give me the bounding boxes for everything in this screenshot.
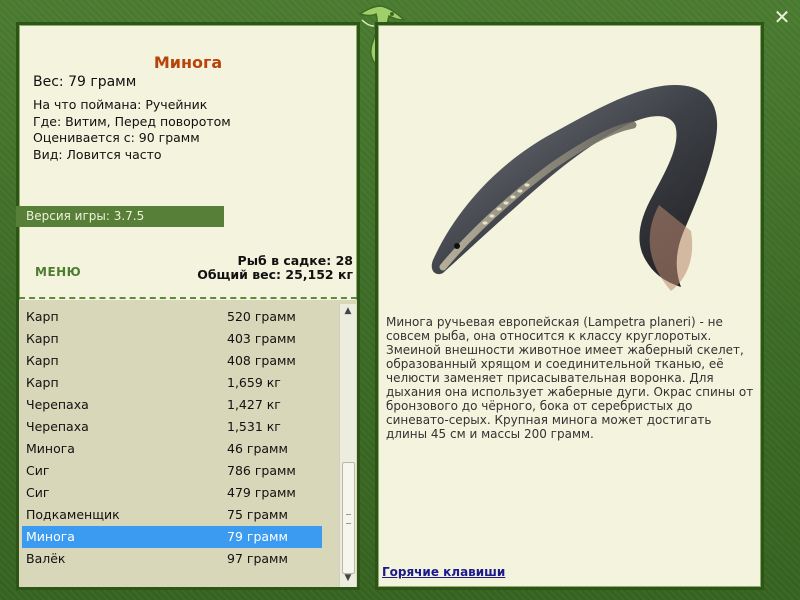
catch-list-area: Карп 520 грамм Карп 403 грамм Карп 408 грамм К… xyxy=(19,300,357,587)
close-button[interactable]: ✕ xyxy=(770,5,794,29)
close-icon: ✕ xyxy=(773,5,791,29)
fish-description: Минога ручьевая европейская (Lampetra pl… xyxy=(386,315,754,441)
fish-weight: Вес: 79 грамм xyxy=(33,74,137,90)
list-item-name: Минога xyxy=(26,441,75,456)
list-item-name: Карп xyxy=(26,375,59,390)
arrow-down-icon[interactable]: ▼ xyxy=(340,571,356,585)
caught-on-text: На что поймана: Ручейник xyxy=(33,97,208,112)
list-item[interactable]: Карп 403 грамм xyxy=(22,328,322,350)
total-weight: Общий вес: 25,152 кг xyxy=(197,267,353,282)
version-label: Версия игры: 3.7.5 xyxy=(16,206,224,227)
game-window: ✕ Минога Вес: 79 грамм На что поймана: Р… xyxy=(0,0,800,600)
list-item-weight: 408 грамм xyxy=(227,353,296,368)
fish-description-panel: Минога ручьевая европейская (Lampetra pl… xyxy=(375,22,764,590)
list-item-weight: 520 грамм xyxy=(227,309,296,324)
list-item-weight: 79 грамм xyxy=(227,529,288,544)
list-item[interactable]: Карп 408 грамм xyxy=(22,350,322,372)
lamprey-image xyxy=(431,85,718,291)
list-item-weight: 1,659 кг xyxy=(227,375,281,390)
list-item[interactable]: Валёк 97 грамм xyxy=(22,548,322,570)
hotkeys-link[interactable]: Горячие клавиши xyxy=(382,565,505,579)
catch-stats: Рыб в садке: 28 Общий вес: 25,152 кг xyxy=(197,254,353,282)
menu-button[interactable]: МЕНЮ xyxy=(35,265,81,279)
fish-count: Рыб в садке: 28 xyxy=(237,253,353,268)
list-item-name: Карп xyxy=(26,331,59,346)
rated-from-text: Оценивается с: 90 грамм xyxy=(33,130,200,145)
kind-text: Вид: Ловится часто xyxy=(33,146,162,162)
list-item[interactable]: Карп 1,659 кг xyxy=(22,372,322,394)
list-item-weight: 403 грамм xyxy=(227,331,296,346)
list-item-name: Валёк xyxy=(26,551,66,566)
divider xyxy=(19,297,357,299)
list-item-weight: 46 грамм xyxy=(227,441,288,456)
list-item-weight: 479 грамм xyxy=(227,485,296,500)
scroll-thumb[interactable] xyxy=(342,462,355,574)
list-item-weight: 75 грамм xyxy=(227,507,288,522)
list-item-name: Минога xyxy=(26,529,75,544)
list-item[interactable]: Черепаха 1,531 кг xyxy=(22,416,322,438)
fish-title: Минога xyxy=(153,53,223,72)
list-item-name: Сиг xyxy=(26,485,50,500)
list-item[interactable]: Карп 520 грамм xyxy=(22,306,322,328)
list-item-weight: 97 грамм xyxy=(227,551,288,566)
scrollbar[interactable]: ▲ ▼ xyxy=(339,304,356,587)
list-item-name: Подкаменщик xyxy=(26,507,120,522)
list-item[interactable]: Сиг 479 грамм xyxy=(22,482,322,504)
list-item[interactable]: Подкаменщик 75 грамм xyxy=(22,504,322,526)
list-item-name: Черепаха xyxy=(26,397,89,412)
list-item[interactable]: Минога 79 грамм xyxy=(22,526,322,548)
fish-info-panel: Минога Вес: 79 грамм На что поймана: Руч… xyxy=(16,22,360,590)
list-item-weight: 1,427 кг xyxy=(227,397,281,412)
list-item[interactable]: Черепаха 1,427 кг xyxy=(22,394,322,416)
fish-details: На что поймана: Ручейник Где: Витим, Пер… xyxy=(33,97,231,163)
grip-icon xyxy=(346,514,351,524)
list-item[interactable]: Сиг 786 грамм xyxy=(22,460,322,482)
catch-list: Карп 520 грамм Карп 403 грамм Карп 408 грамм К… xyxy=(22,306,322,570)
list-item-weight: 786 грамм xyxy=(227,463,296,478)
list-item[interactable]: Минога 46 грамм xyxy=(22,438,322,460)
location-text: Где: Витим, Перед поворотом xyxy=(33,113,231,129)
list-item-name: Черепаха xyxy=(26,419,89,434)
list-item-weight: 1,531 кг xyxy=(227,419,281,434)
list-item-name: Карп xyxy=(26,353,59,368)
list-item-name: Карп xyxy=(26,309,59,324)
list-item-name: Сиг xyxy=(26,463,50,478)
arrow-up-icon[interactable]: ▲ xyxy=(340,304,356,318)
